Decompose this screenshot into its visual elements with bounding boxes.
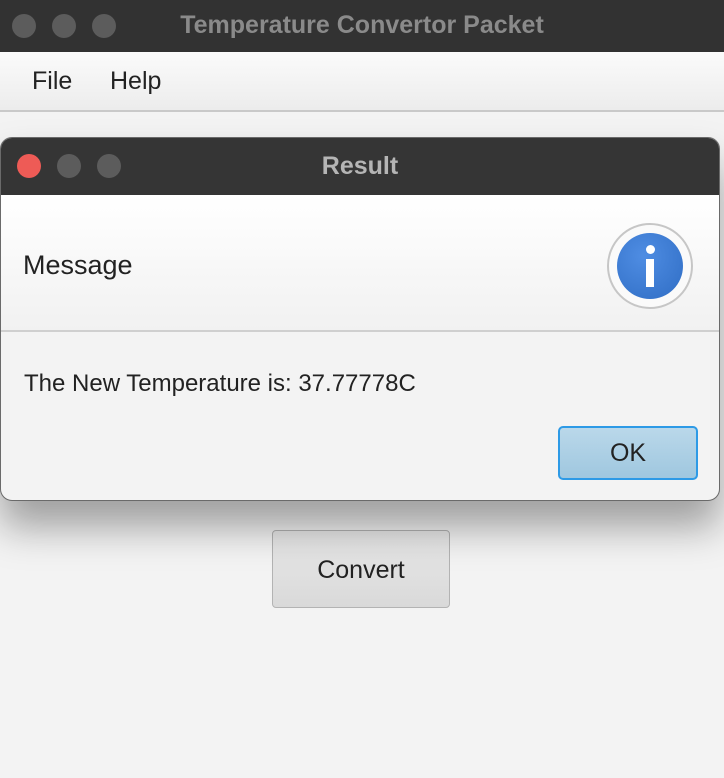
dialog-header: Message bbox=[1, 195, 719, 332]
dialog-header-text: Message bbox=[23, 250, 133, 280]
menu-help[interactable]: Help bbox=[110, 52, 161, 110]
result-dialog: Result Message The New Temperature is: 3… bbox=[0, 137, 720, 501]
main-titlebar: Temperature Convertor Packet bbox=[0, 0, 724, 52]
main-window-title: Temperature Convertor Packet bbox=[180, 11, 544, 39]
dialog-message: The New Temperature is: 37.77778C bbox=[24, 370, 416, 397]
convert-button[interactable]: Convert bbox=[272, 530, 450, 608]
menu-bar: File Help bbox=[0, 52, 724, 112]
ok-button[interactable]: OK bbox=[558, 426, 698, 480]
info-icon bbox=[607, 223, 693, 309]
menu-file[interactable]: File bbox=[32, 52, 72, 110]
dialog-titlebar: Result bbox=[1, 138, 719, 195]
dialog-title: Result bbox=[321, 152, 399, 180]
